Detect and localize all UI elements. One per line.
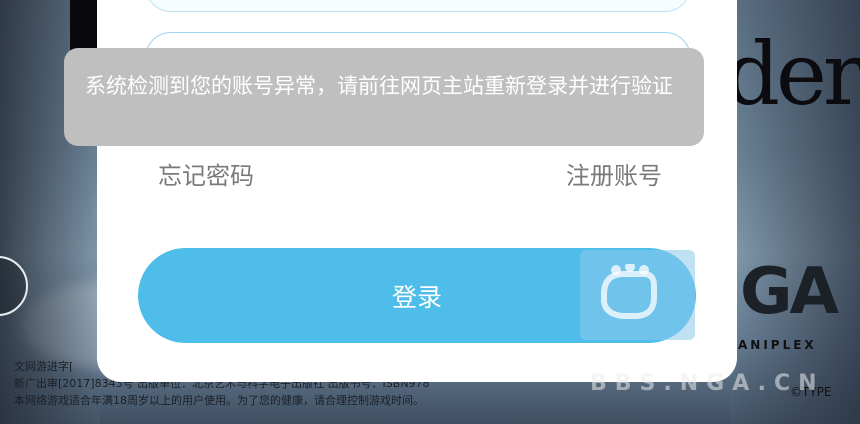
game-title-art: der	[724, 25, 860, 125]
bbs-watermark: BBS.NGA.CN	[590, 371, 825, 396]
toast-message: 系统检测到您的账号异常，请前往网页主站重新登录并进行验证	[85, 74, 673, 98]
nga-logo-text: GA	[740, 255, 839, 329]
login-button-label: 登录	[391, 282, 442, 312]
account-input[interactable]	[145, 0, 691, 12]
register-link[interactable]: 注册账号	[566, 156, 662, 191]
nga-watermark-icon	[580, 250, 695, 340]
legal-notice-line: 本网络游戏适合年满18周岁以上的用户使用。为了您的健康，请合理控制游戏时间。	[14, 394, 424, 407]
forgot-password-link[interactable]: 忘记密码	[158, 156, 254, 191]
account-warning-toast: 系统检测到您的账号异常，请前往网页主站重新登录并进行验证	[64, 48, 704, 146]
aniplex-logo: ANIPLEX	[738, 338, 817, 352]
